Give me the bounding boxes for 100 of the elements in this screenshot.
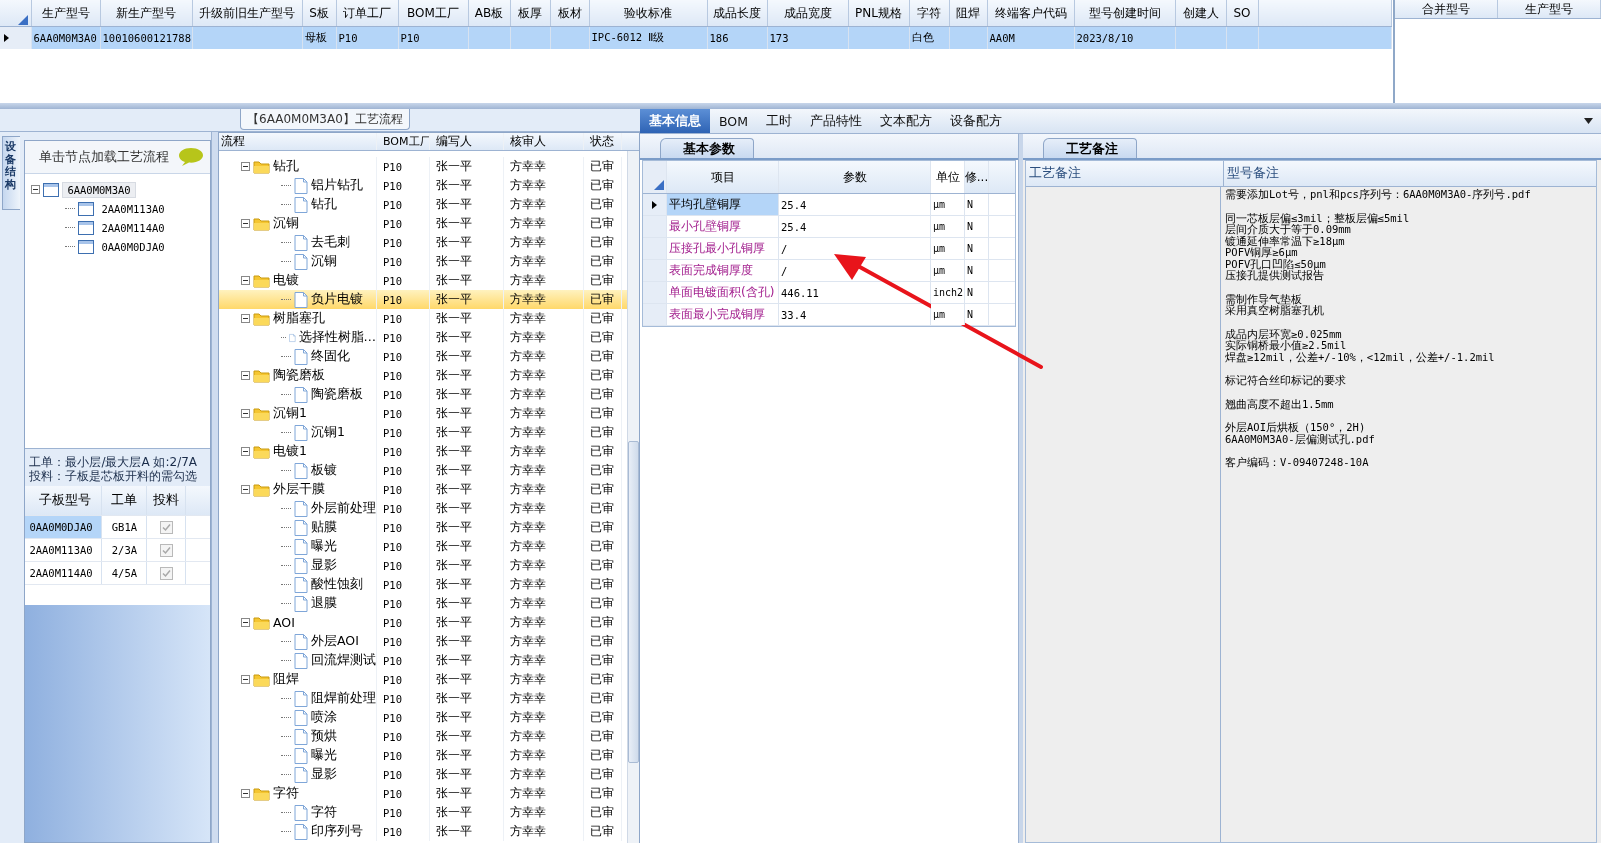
collapse-icon[interactable] bbox=[241, 219, 250, 228]
column-header[interactable]: 验收标准 bbox=[589, 0, 707, 27]
tree-row[interactable]: 阻焊前处理 P10 张一平 方幸幸 已审 bbox=[219, 689, 627, 708]
tree-row[interactable]: 退膜 P10 张一平 方幸幸 已审 bbox=[219, 594, 627, 613]
column-header[interactable]: 终端客户代码 bbox=[987, 0, 1074, 27]
table-cell[interactable]: 平均孔壁铜厚 bbox=[667, 194, 779, 215]
tab[interactable]: 产品特性 bbox=[801, 109, 871, 133]
tree-row[interactable]: 阻焊 P10 张一平 方幸幸 已审 bbox=[219, 670, 627, 689]
scrollbar[interactable] bbox=[627, 151, 639, 843]
column-header[interactable]: AB板 bbox=[468, 0, 510, 27]
collapse-icon[interactable] bbox=[31, 185, 41, 194]
column-header[interactable]: 生产型号 bbox=[1498, 0, 1601, 18]
grid-row[interactable]: 6AA0M0M3A0 10010600121788 母板 P10 P10 IPC-6012 Ⅱ级 186 173 白色 AA0M 2023/8/10 bbox=[0, 26, 1392, 49]
collapse-icon[interactable] bbox=[241, 162, 250, 171]
tree-row[interactable]: 终固化 P10 张一平 方幸幸 已审 bbox=[219, 347, 627, 366]
column-header[interactable]: 升级前旧生产型号 bbox=[192, 0, 302, 27]
tree-row[interactable]: 陶瓷磨板 P10 张一平 方幸幸 已审 bbox=[219, 385, 627, 404]
column-header[interactable]: 订单工厂 bbox=[336, 0, 398, 27]
tree-row[interactable]: 树脂塞孔 P10 张一平 方幸幸 已审 bbox=[219, 309, 627, 328]
column-header[interactable]: PNL规格 bbox=[848, 0, 909, 27]
table-cell[interactable]: 0AA0M0DJA0 bbox=[25, 516, 103, 538]
tree-row[interactable]: 铝片钻孔 P10 张一平 方幸幸 已审 bbox=[219, 176, 627, 195]
table-cell[interactable]: 压接孔最小孔铜厚 bbox=[667, 238, 779, 259]
tree-row[interactable]: 显影 P10 张一平 方幸幸 已审 bbox=[219, 765, 627, 784]
table-cell[interactable]: 最小孔壁铜厚 bbox=[667, 216, 779, 237]
table-cell[interactable]: 表面最小完成铜厚 bbox=[667, 304, 779, 325]
column-header[interactable]: 创建人 bbox=[1175, 0, 1226, 27]
tree-row[interactable]: 回流焊测试 P10 张一平 方幸幸 已审 bbox=[219, 651, 627, 670]
column-header[interactable]: BOM工厂 bbox=[398, 0, 468, 27]
tree-row[interactable]: 酸性蚀刻 P10 张一平 方幸幸 已审 bbox=[219, 575, 627, 594]
dropdown-caret-icon[interactable] bbox=[1584, 118, 1593, 124]
collapse-icon[interactable] bbox=[241, 276, 250, 285]
column-header[interactable]: 流程 bbox=[219, 133, 377, 150]
tree-row[interactable]: 电镀1 P10 张一平 方幸幸 已审 bbox=[219, 442, 627, 461]
table-cell[interactable]: 2AA0M114A0 bbox=[25, 562, 103, 584]
table-cell[interactable]: 表面完成铜厚度 bbox=[667, 260, 779, 281]
collapse-icon[interactable] bbox=[241, 447, 250, 456]
tab[interactable]: 工时 bbox=[757, 109, 801, 133]
table-cell[interactable]: 2AA0M113A0 bbox=[25, 539, 103, 561]
tree-row[interactable]: 钻孔 P10 张一平 方幸幸 已审 bbox=[219, 157, 627, 176]
checkbox[interactable] bbox=[159, 566, 173, 580]
tree-row[interactable]: 沉铜1 P10 张一平 方幸幸 已审 bbox=[219, 423, 627, 442]
column-header[interactable]: 修... bbox=[965, 161, 989, 193]
collapse-icon[interactable] bbox=[241, 409, 250, 418]
checkbox[interactable] bbox=[159, 543, 173, 557]
tree-row[interactable]: 外层前处理 P10 张一平 方幸幸 已审 bbox=[219, 499, 627, 518]
tree-row[interactable]: AOI P10 张一平 方幸幸 已审 bbox=[219, 613, 627, 632]
row-header[interactable] bbox=[643, 194, 667, 215]
tab[interactable]: 基本信息 bbox=[640, 109, 710, 133]
collapse-icon[interactable] bbox=[241, 371, 250, 380]
tree-row[interactable]: 选择性树脂… P10 张一平 方幸幸 已审 bbox=[219, 328, 627, 347]
table-cell[interactable]: 单面电镀面积(含孔) bbox=[667, 282, 779, 303]
collapse-icon[interactable] bbox=[241, 618, 250, 627]
column-header[interactable]: 成品宽度 bbox=[767, 0, 848, 27]
collapse-icon[interactable] bbox=[241, 675, 250, 684]
tree-item[interactable]: 6AA0M0M3A0 bbox=[62, 181, 136, 198]
tree-item[interactable]: 2AA0M113A0 bbox=[97, 201, 169, 216]
tree-row[interactable]: 字符 P10 张一平 方幸幸 已审 bbox=[219, 784, 627, 803]
tree-row[interactable]: 曝光 P10 张一平 方幸幸 已审 bbox=[219, 537, 627, 556]
tab[interactable]: 文本配方 bbox=[871, 109, 941, 133]
tree-row[interactable]: 负片电镀 P10 张一平 方幸幸 已审 bbox=[219, 290, 627, 309]
tree-row[interactable]: 显影 P10 张一平 方幸幸 已审 bbox=[219, 556, 627, 575]
collapse-icon[interactable] bbox=[241, 485, 250, 494]
tree-row[interactable]: 沉铜 P10 张一平 方幸幸 已审 bbox=[219, 214, 627, 233]
side-tab[interactable]: 设备结构 bbox=[2, 136, 21, 210]
row-header[interactable] bbox=[0, 26, 31, 49]
tree-row[interactable]: 去毛刺 P10 张一平 方幸幸 已审 bbox=[219, 233, 627, 252]
tree-item[interactable]: 0AA0M0DJA0 bbox=[97, 239, 169, 254]
tree-row[interactable]: 字符 P10 张一平 方幸幸 已审 bbox=[219, 803, 627, 822]
column-header[interactable]: 生产型号 bbox=[31, 0, 100, 27]
column-header[interactable]: 板厚 bbox=[510, 0, 550, 27]
column-header[interactable]: 新生产型号 bbox=[100, 0, 192, 27]
tree-row[interactable]: 板镀 P10 张一平 方幸幸 已审 bbox=[219, 461, 627, 480]
column-header[interactable]: 型号备注 bbox=[1224, 161, 1596, 186]
column-header[interactable]: 型号创建时间 bbox=[1074, 0, 1175, 27]
column-header[interactable]: 子板型号 bbox=[25, 486, 103, 515]
tree-row[interactable]: 喷涂 P10 张一平 方幸幸 已审 bbox=[219, 708, 627, 727]
tree-row[interactable]: 外层干膜 P10 张一平 方幸幸 已审 bbox=[219, 480, 627, 499]
tree-row[interactable]: 印序列号 P10 张一平 方幸幸 已审 bbox=[219, 822, 627, 841]
column-header[interactable]: 项目 bbox=[667, 161, 779, 193]
tree-row[interactable]: 沉铜1 P10 张一平 方幸幸 已审 bbox=[219, 404, 627, 423]
column-header[interactable]: 阻焊 bbox=[949, 0, 987, 27]
tree-row[interactable]: 外层AOI P10 张一平 方幸幸 已审 bbox=[219, 632, 627, 651]
collapse-icon[interactable] bbox=[241, 314, 250, 323]
tab[interactable]: 工艺备注 bbox=[1043, 138, 1137, 158]
column-header[interactable]: 合并型号 bbox=[1395, 0, 1498, 18]
collapse-icon[interactable] bbox=[241, 789, 250, 798]
column-header[interactable]: 成品长度 bbox=[707, 0, 767, 27]
column-header[interactable]: S板 bbox=[302, 0, 336, 27]
tree-row[interactable]: 贴膜 P10 张一平 方幸幸 已审 bbox=[219, 518, 627, 537]
column-header[interactable]: 编写人 bbox=[430, 133, 504, 150]
tree-row[interactable]: 沉铜 P10 张一平 方幸幸 已审 bbox=[219, 252, 627, 271]
column-header[interactable]: 核审人 bbox=[504, 133, 584, 150]
tab[interactable]: 基本参数 bbox=[660, 138, 754, 158]
tree-row[interactable]: 预烘 P10 张一平 方幸幸 已审 bbox=[219, 727, 627, 746]
tree-item[interactable]: 2AA0M114A0 bbox=[97, 220, 169, 235]
column-header[interactable]: 工单 bbox=[102, 486, 148, 515]
tree-row[interactable]: 曝光 P10 张一平 方幸幸 已审 bbox=[219, 746, 627, 765]
column-header[interactable]: 投料 bbox=[147, 486, 187, 515]
tab[interactable]: BOM bbox=[710, 109, 757, 133]
